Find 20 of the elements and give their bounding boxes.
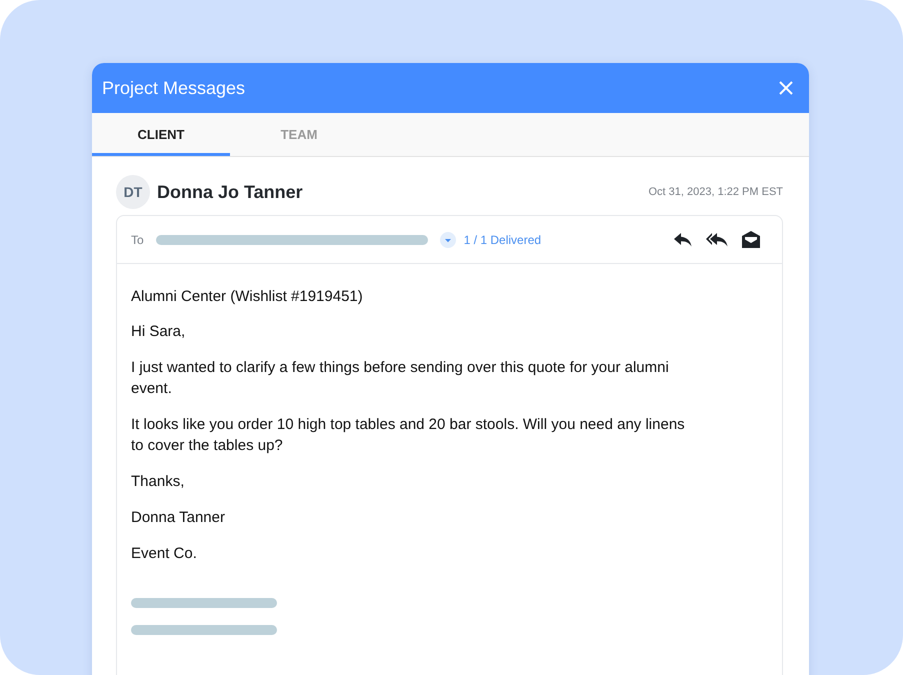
close-icon[interactable] <box>779 81 793 95</box>
reply-icon[interactable] <box>674 232 692 246</box>
to-label: To <box>131 232 144 246</box>
avatar: DT <box>116 175 150 209</box>
dropdown-icon[interactable] <box>440 232 456 248</box>
message-paragraph: Event Co. <box>131 544 198 564</box>
sender-name: Donna Jo Tanner <box>157 182 303 202</box>
message-paragraph: Donna Tanner <box>131 508 226 528</box>
message-paragraph: I just wanted to clarify a few things before sending over this quote for your alumni event. <box>131 358 670 399</box>
tab[interactable]: CLIENT <box>92 113 230 156</box>
envelope-icon[interactable] <box>742 231 760 248</box>
timestamp: Oct 31, 2023, 1:22 PM EST <box>648 186 783 198</box>
tab[interactable]: TEAM <box>230 113 368 156</box>
subject-line: Alumni Center (Wishlist #1919451) <box>131 287 364 307</box>
message-paragraph: Thanks, <box>131 472 186 492</box>
message-paragraph: Hi Sara, <box>131 322 186 342</box>
reply-all-icon[interactable] <box>706 232 728 246</box>
delivery-status[interactable]: 1 / 1 Delivered <box>464 232 542 246</box>
message-paragraph: It looks like you order 10 high top tables and 20 bar stools. Will you need any linens to cover the tables up? <box>131 415 686 456</box>
window-title: Project Messages <box>102 78 246 98</box>
